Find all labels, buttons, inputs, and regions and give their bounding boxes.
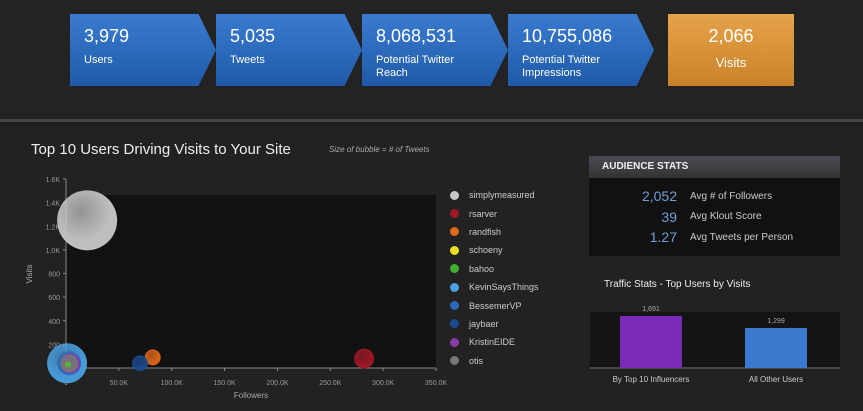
- legend-swatch: [450, 245, 459, 255]
- legend-item: schoeny: [450, 241, 539, 259]
- traffic-stats-title: Traffic Stats - Top Users by Visits: [604, 279, 751, 290]
- legend-item: rsarver: [450, 204, 539, 222]
- x-tick-label: 150.0K: [213, 380, 236, 387]
- bar-1: [745, 328, 807, 368]
- legend-item: randfish: [450, 223, 539, 241]
- legend-label: rsarver: [469, 208, 498, 219]
- bubble-rsarver: [354, 348, 375, 369]
- legend-label: KevinSaysThings: [469, 282, 539, 293]
- legend-label: randfish: [469, 226, 502, 237]
- legend-label: bahoo: [469, 263, 495, 274]
- chart-legend: simplymeasured rsarver randfish schoeny baho…: [450, 186, 539, 370]
- x-tick-label: 250.0K: [319, 380, 342, 387]
- x-tick-label: 50.0K: [110, 380, 129, 387]
- legend-swatch: [450, 337, 459, 347]
- stat-label: Avg Tweets per Person: [690, 231, 794, 243]
- x-tick-label: 300.0K: [372, 380, 395, 387]
- audience-stats-title: AUDIENCE STATS: [589, 156, 840, 178]
- stat-value: 2,052: [641, 188, 677, 205]
- bubble-simplymeasured: [57, 190, 118, 251]
- x-axis-label: Followers: [234, 391, 268, 400]
- stat-value: 39: [661, 208, 677, 225]
- bubble-bahoo: [65, 361, 72, 368]
- stat-value: 1.27: [649, 229, 677, 246]
- audience-stats: AUDIENCE STATS 2,052 Avg # of Followers 3…: [589, 156, 840, 256]
- legend-item: KevinSaysThings: [450, 278, 539, 296]
- y-tick-label: 1.0K: [46, 248, 61, 255]
- legend-item: otis: [450, 352, 539, 370]
- bar-category-label: By Top 10 Influencers: [613, 375, 690, 384]
- legend-swatch: [450, 282, 459, 292]
- stat-row: 1.27 Avg Tweets per Person: [589, 227, 840, 248]
- legend-label: KristinEIDE: [469, 337, 516, 348]
- legend-item: BessemerVP: [450, 296, 539, 314]
- legend-label: BessemerVP: [469, 300, 522, 311]
- legend-label: jaybaer: [469, 318, 499, 329]
- legend-swatch: [450, 209, 459, 219]
- bar-data-label: 1,691: [642, 306, 660, 313]
- legend-swatch: [450, 319, 459, 329]
- legend-item: jaybaer: [450, 315, 539, 333]
- bar-0: [620, 316, 682, 368]
- stat-label: Avg Klout Score: [690, 211, 762, 223]
- legend-item: bahoo: [450, 260, 539, 278]
- stat-label: Avg # of Followers: [690, 190, 773, 202]
- stat-row: 39 Avg Klout Score: [589, 207, 840, 228]
- legend-label: simplymeasured: [469, 190, 535, 201]
- legend-swatch: [450, 356, 459, 366]
- legend-label: otis: [469, 355, 484, 366]
- y-axis-label: Visits: [25, 265, 34, 284]
- legend-swatch: [450, 227, 459, 237]
- x-tick-label: 350.0K: [425, 380, 448, 387]
- y-tick-label: 600: [48, 295, 60, 302]
- y-tick-label: 800: [48, 272, 60, 279]
- legend-item: KristinEIDE: [450, 333, 539, 351]
- legend-swatch: [450, 301, 459, 311]
- legend-item: simplymeasured: [450, 186, 539, 204]
- bar-data-label: 1,299: [767, 318, 785, 325]
- legend-swatch: [450, 264, 459, 274]
- plot-area: [66, 195, 436, 368]
- stat-row: 2,052 Avg # of Followers: [589, 186, 840, 207]
- y-tick-label: 400: [48, 319, 60, 326]
- bubble-jaybaer: [132, 355, 148, 372]
- x-tick-label: 200.0K: [266, 380, 289, 387]
- y-tick-label: 1.6K: [46, 177, 61, 184]
- legend-swatch: [450, 190, 459, 200]
- y-tick-label: 1.4K: [46, 201, 61, 208]
- x-tick-label: 100.0K: [161, 380, 184, 387]
- bar-category-label: All Other Users: [749, 375, 803, 384]
- legend-label: schoeny: [469, 245, 503, 256]
